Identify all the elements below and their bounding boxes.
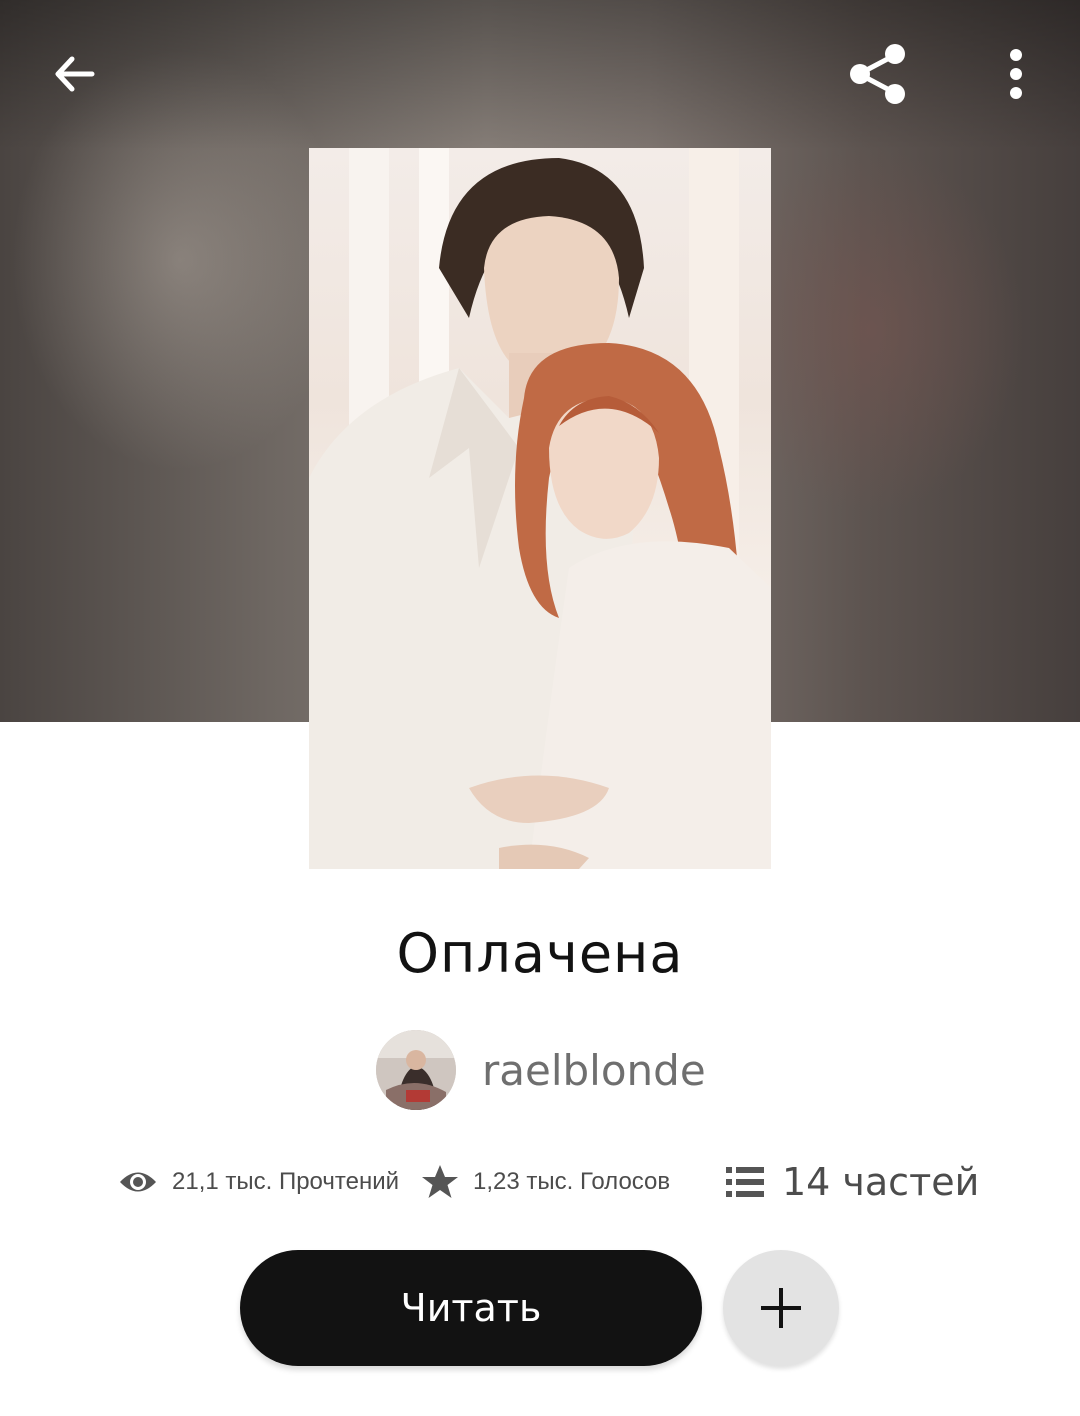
reads-stat: 21,1 тыс. Прочтений: [118, 1152, 399, 1212]
parts-count[interactable]: 14 частей: [782, 1160, 979, 1204]
reads-count: 21,1 тыс. Прочтений: [172, 1168, 400, 1195]
share-icon: [850, 44, 905, 104]
more-options-button[interactable]: [968, 26, 1064, 122]
author-name[interactable]: raelblonde: [482, 1046, 706, 1095]
votes-count: 1,23 тыс. Голосов: [473, 1168, 671, 1195]
story-title: Оплачена: [396, 922, 684, 985]
plus-icon: [761, 1288, 801, 1328]
list-icon: [726, 1166, 764, 1198]
parts-stat[interactable]: 14 частей: [726, 1152, 979, 1212]
eye-icon: [118, 1167, 158, 1197]
author-avatar[interactable]: [376, 1030, 456, 1110]
read-button[interactable]: Читать: [240, 1250, 702, 1366]
star-icon: [421, 1164, 459, 1200]
votes-stat: 1,23 тыс. Голосов: [421, 1152, 670, 1212]
share-button[interactable]: [830, 26, 926, 122]
avatar-image: [376, 1030, 456, 1110]
arrow-left-icon: [55, 56, 95, 92]
author-link[interactable]: raelblonde: [376, 1030, 706, 1110]
more-vertical-icon: [1010, 49, 1022, 99]
story-cover-image[interactable]: [309, 148, 771, 869]
cover-illustration: [309, 148, 771, 869]
add-to-library-button[interactable]: [723, 1250, 839, 1366]
story-stats: 21,1 тыс. Прочтений 1,23 тыс. Голосов 14…: [0, 1152, 1080, 1222]
back-button[interactable]: [26, 26, 122, 122]
